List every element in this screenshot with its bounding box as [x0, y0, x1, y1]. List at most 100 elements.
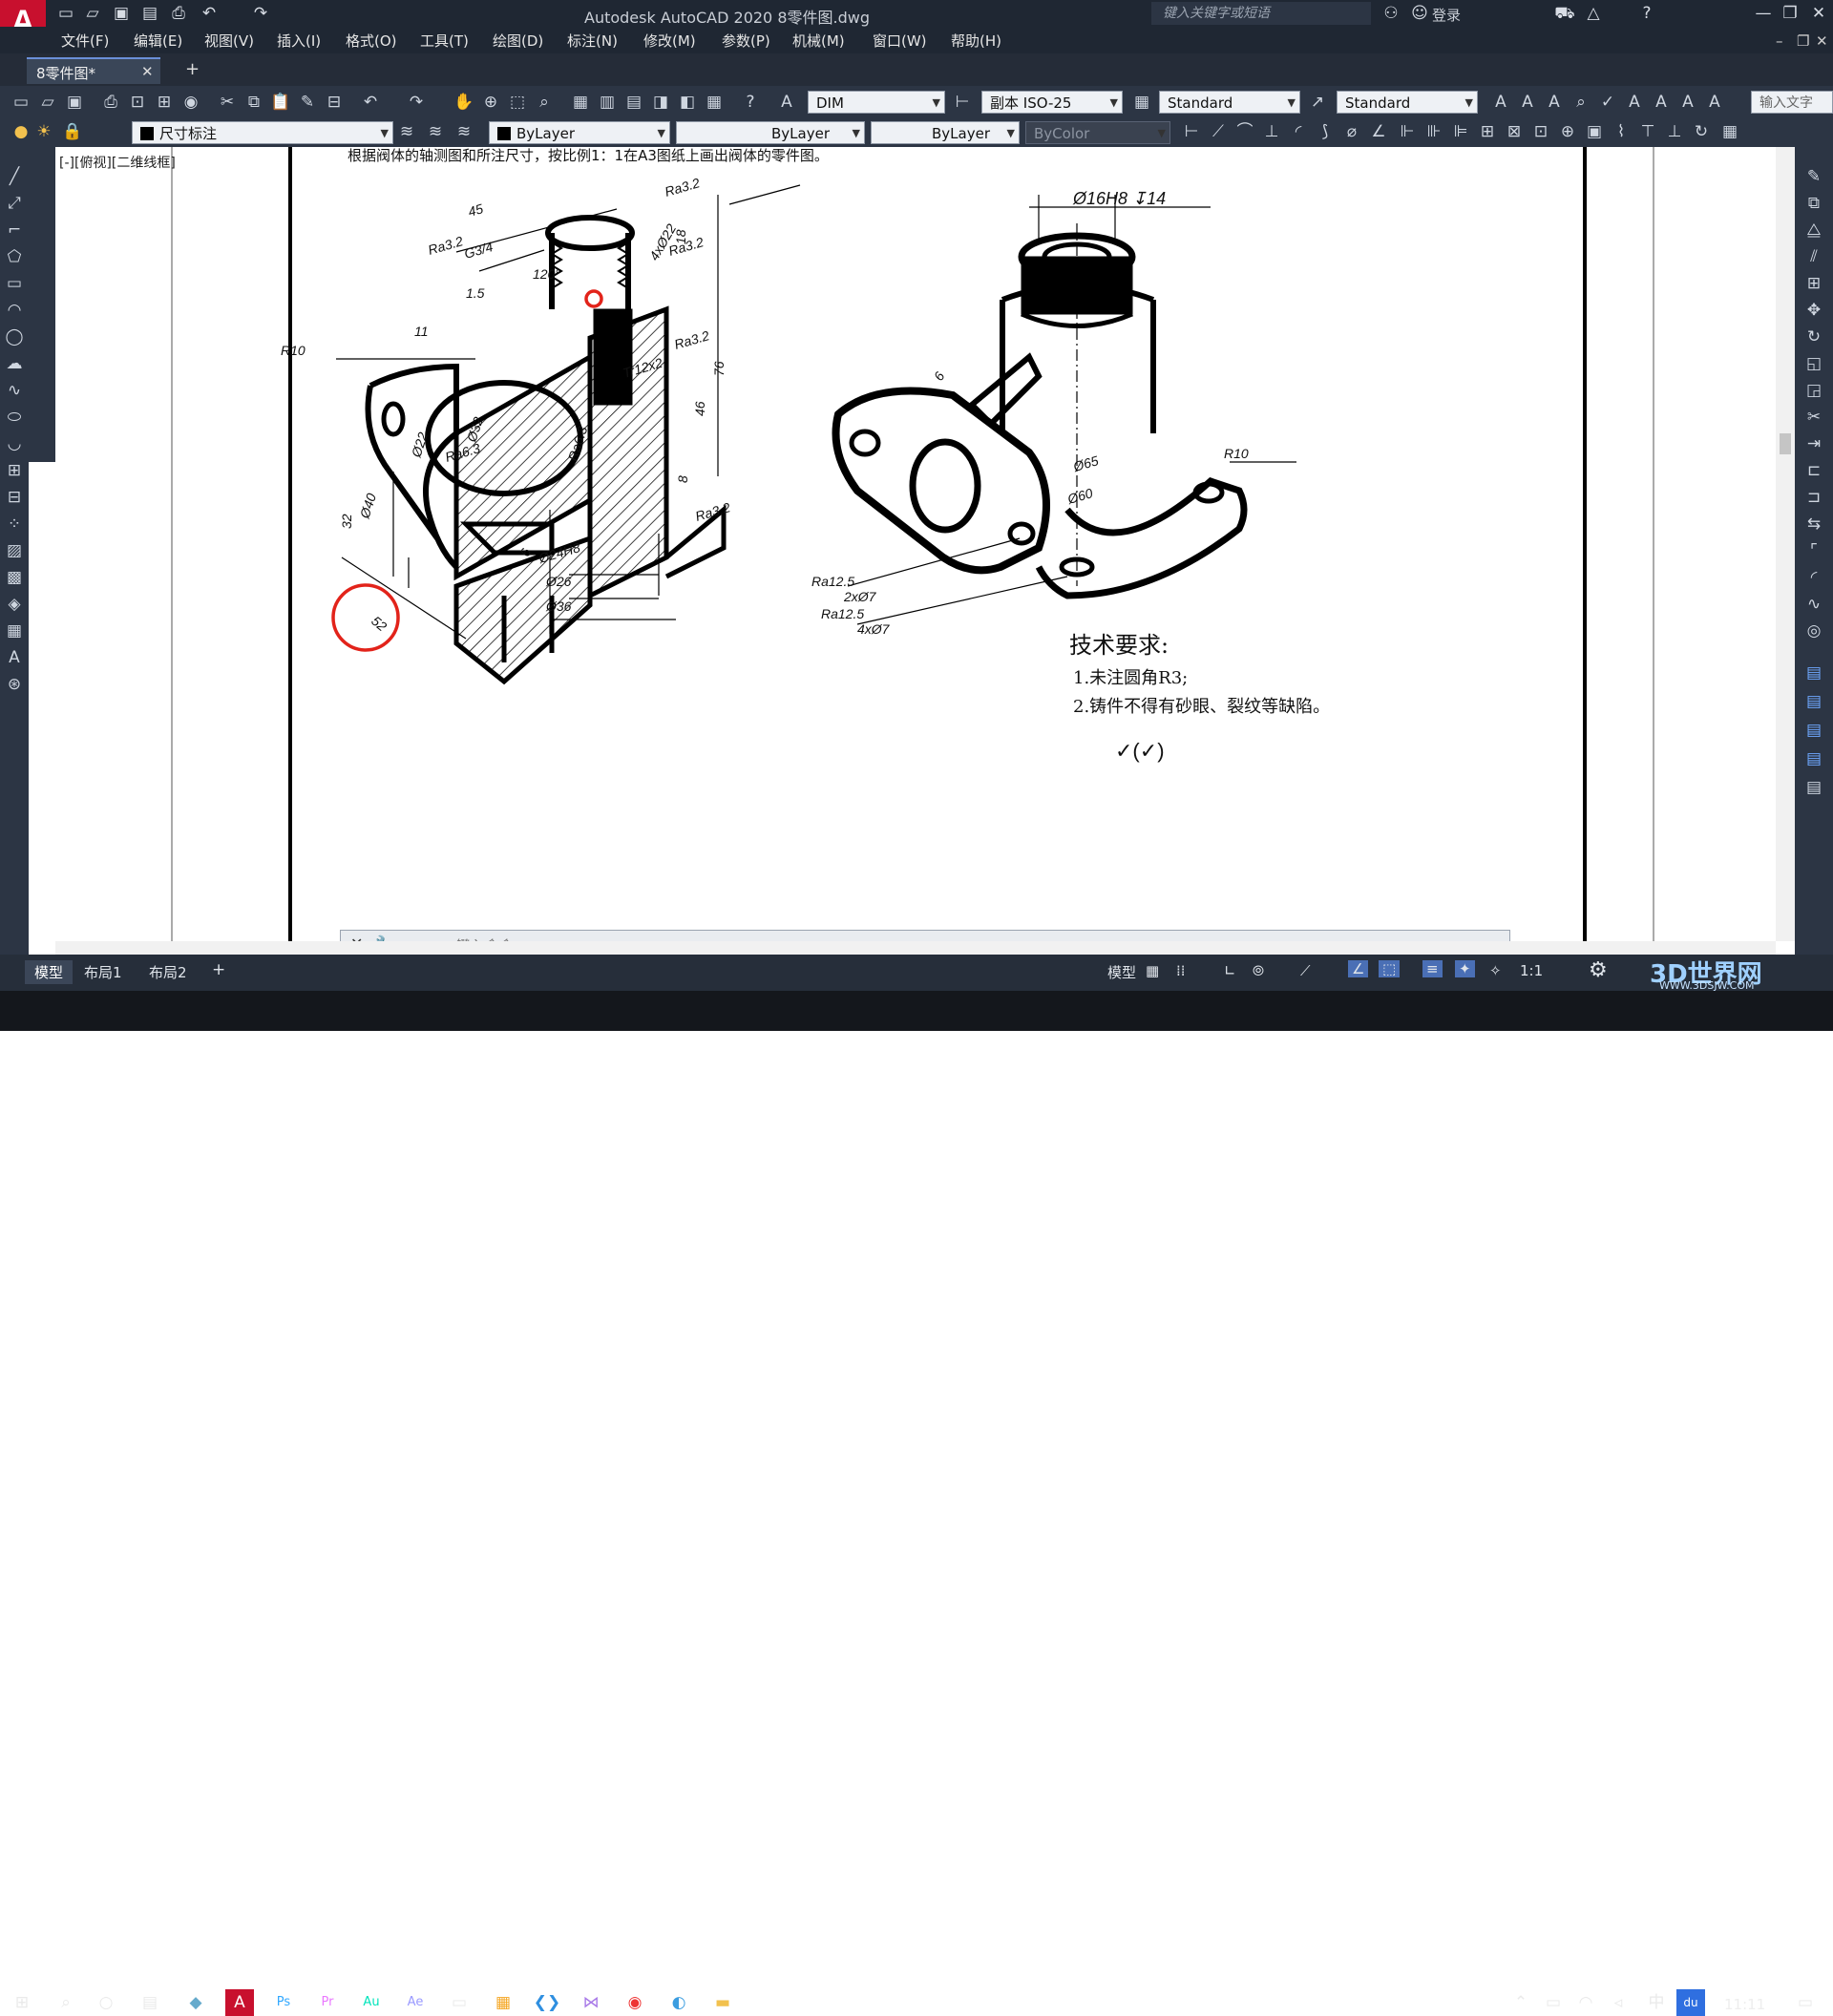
stretch-icon[interactable]: ◲: [1803, 380, 1824, 401]
vertical-scrollbar[interactable]: [1776, 147, 1795, 941]
zoom-window-icon[interactable]: ⬚: [506, 92, 529, 113]
ellipse-arc-icon[interactable]: ◡: [4, 433, 25, 454]
layer-select[interactable]: 尺寸标注 ▼: [132, 121, 393, 144]
aftereffects-icon[interactable]: Ae: [401, 1989, 430, 2016]
table-icon[interactable]: ▦: [4, 620, 25, 641]
zoom-realtime-icon[interactable]: ⊕: [479, 92, 502, 113]
tab-close-icon[interactable]: ✕: [141, 63, 154, 80]
block-editor-icon[interactable]: ⊟: [323, 92, 346, 113]
snap-icon[interactable]: ⁞⁞: [1176, 962, 1186, 979]
dim-baseline-icon[interactable]: ⊪: [1422, 121, 1445, 142]
help-icon[interactable]: ?: [1636, 4, 1657, 23]
netease-music-icon[interactable]: ◉: [621, 1989, 649, 2016]
mleader-style-select[interactable]: Standard ▼: [1337, 91, 1478, 114]
drawing-canvas[interactable]: [-][俯视][二维线框] 根据阀体的轴测图和所注尺寸，按比例1：1在A3图纸上…: [55, 147, 1776, 941]
task-view-icon[interactable]: ▤: [136, 1989, 164, 2016]
audition-icon[interactable]: Au: [357, 1989, 386, 2016]
break-point-icon[interactable]: ⊏: [1803, 460, 1824, 481]
qnew-icon[interactable]: ▭: [10, 92, 32, 113]
offset-icon[interactable]: ⫽: [1803, 246, 1824, 267]
dim-continue-icon[interactable]: ⊫: [1449, 121, 1472, 142]
minimize-icon[interactable]: —: [1753, 4, 1774, 23]
dim-radius-icon[interactable]: ◜: [1287, 121, 1310, 142]
save-file-icon[interactable]: ▣: [63, 92, 86, 113]
sheet-set-icon[interactable]: ◨: [649, 92, 672, 113]
menu-insert[interactable]: 插入(I): [277, 31, 321, 51]
find-text-icon[interactable]: ⌕: [1570, 92, 1592, 113]
help-tool-icon[interactable]: ?: [739, 92, 762, 113]
volume-icon[interactable]: ◃: [1604, 1989, 1633, 2016]
circle-icon[interactable]: ◯: [4, 326, 25, 347]
user-icon[interactable]: ☺: [1409, 4, 1430, 23]
undo-tool-icon[interactable]: ↶: [359, 92, 382, 113]
premiere-icon[interactable]: Pr: [313, 1989, 342, 2016]
quick-dim-icon[interactable]: ⊩: [1396, 121, 1419, 142]
dim-diameter-icon[interactable]: ⌀: [1340, 121, 1363, 142]
annotation-scale-icon[interactable]: ✧: [1489, 962, 1502, 979]
menu-file[interactable]: 文件(F): [61, 31, 109, 51]
layers-b-icon[interactable]: ▤: [1803, 691, 1824, 712]
join-icon[interactable]: ⇆: [1803, 514, 1824, 535]
dim-update-icon[interactable]: ↻: [1690, 121, 1713, 142]
copy-object-icon[interactable]: ⧉: [1803, 193, 1824, 214]
search-taskbar-icon[interactable]: ⌕: [52, 1989, 80, 2016]
mirror-icon[interactable]: ⧋: [1803, 220, 1824, 241]
vscroll-thumb[interactable]: [1780, 433, 1791, 454]
colorful-app-icon[interactable]: ▦: [489, 1989, 517, 2016]
move-icon[interactable]: ✥: [1803, 300, 1824, 321]
tolerance-icon[interactable]: ⊡: [1529, 121, 1552, 142]
mleader-style-icon[interactable]: ↗: [1306, 92, 1329, 113]
text-e-icon[interactable]: A: [1650, 92, 1673, 113]
revcloud-icon[interactable]: ☁: [4, 353, 25, 374]
table-style-icon[interactable]: ▦: [1130, 92, 1153, 113]
new-tab-icon[interactable]: +: [185, 59, 200, 79]
center-mark-icon[interactable]: ⊕: [1556, 121, 1579, 142]
print-icon[interactable]: ⎙: [168, 4, 189, 23]
text-a-icon[interactable]: A: [1489, 92, 1512, 113]
dim-text-edit-icon[interactable]: ⊥: [1663, 121, 1686, 142]
menu-view[interactable]: 视图(V): [204, 31, 254, 51]
dim-jogged-icon[interactable]: ⟆: [1314, 121, 1337, 142]
extend-icon[interactable]: ⇥: [1803, 433, 1824, 454]
dim-angular-icon[interactable]: ∠: [1367, 121, 1390, 142]
arc-icon[interactable]: ◠: [4, 300, 25, 321]
text-input[interactable]: 输入文字: [1751, 91, 1833, 114]
isodraft-icon[interactable]: ⟋: [1300, 962, 1311, 979]
open-file-icon[interactable]: ▱: [36, 92, 59, 113]
menu-tools[interactable]: 工具(T): [420, 31, 469, 51]
zoom-previous-icon[interactable]: ⌕: [533, 92, 556, 113]
binoculars-icon[interactable]: ⚇: [1380, 4, 1401, 23]
layer-lock-icon[interactable]: 🔒: [61, 121, 84, 142]
tool-palettes-icon[interactable]: ▤: [622, 92, 645, 113]
horizontal-scrollbar[interactable]: [55, 941, 1776, 955]
gradient-icon[interactable]: ▩: [4, 567, 25, 588]
notification-icon[interactable]: ▭: [1791, 1989, 1820, 2016]
model-space-toggle[interactable]: 模型: [1107, 962, 1136, 982]
polygon-icon[interactable]: ⬠: [4, 246, 25, 267]
dimstyle-name-select[interactable]: 副本 ISO-25 ▼: [981, 91, 1123, 114]
restore-icon[interactable]: ❐: [1780, 4, 1801, 23]
explode-icon[interactable]: ◎: [1803, 620, 1824, 641]
battery-icon[interactable]: ▭: [1539, 1989, 1568, 2016]
redo-tool-icon[interactable]: ↷: [405, 92, 428, 113]
calculator-icon[interactable]: ▦: [703, 92, 726, 113]
chamfer-icon[interactable]: ⌜: [1803, 540, 1824, 561]
xline-icon[interactable]: ⤢: [4, 193, 25, 214]
text-c-icon[interactable]: A: [1543, 92, 1566, 113]
jogged-linear-icon[interactable]: ⌇: [1610, 121, 1633, 142]
layer-states-icon[interactable]: ≋: [453, 121, 475, 142]
dim-style-icon[interactable]: ⊢: [951, 92, 974, 113]
spline-icon[interactable]: ∿: [4, 380, 25, 401]
open-icon[interactable]: ▱: [82, 4, 103, 23]
plot-icon[interactable]: ⎙: [99, 92, 122, 113]
menu-edit[interactable]: 编辑(E): [134, 31, 182, 51]
rotate-icon[interactable]: ↻: [1803, 326, 1824, 347]
ortho-icon[interactable]: ∟: [1224, 962, 1236, 979]
text-g-icon[interactable]: A: [1703, 92, 1726, 113]
workspace-gear-icon[interactable]: ⚙: [1589, 958, 1608, 982]
layers-d-icon[interactable]: ▤: [1803, 748, 1824, 769]
tab-8零件图[interactable]: 8零件图* ✕: [27, 57, 160, 84]
redo-icon[interactable]: ↷: [250, 4, 271, 23]
lineweight-select[interactable]: ByLayer ▼: [871, 121, 1020, 144]
grid-icon[interactable]: ▦: [1146, 962, 1159, 979]
